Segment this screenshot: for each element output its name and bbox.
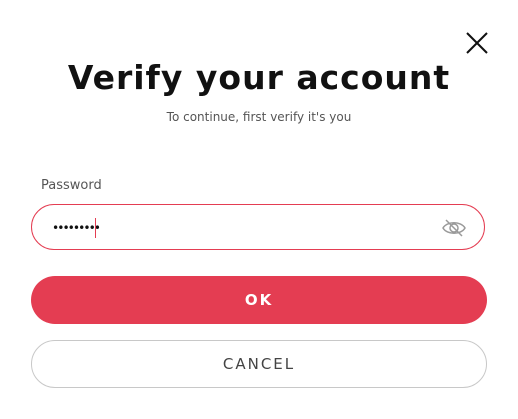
eye-slash-icon[interactable]	[441, 217, 467, 239]
close-icon[interactable]	[462, 28, 490, 56]
text-caret	[95, 218, 96, 238]
close-button[interactable]	[462, 28, 490, 56]
ok-button[interactable]: OK	[31, 276, 487, 324]
verify-account-dialog: Verify your account To continue, first v…	[0, 0, 518, 419]
password-field[interactable]: •••••••••	[31, 204, 485, 250]
dialog-title: Verify your account	[67, 58, 451, 97]
dialog-subtitle: To continue, first verify it's you	[166, 110, 352, 124]
password-masked-value[interactable]: •••••••••	[52, 218, 101, 238]
password-label: Password	[41, 178, 102, 193]
cancel-button[interactable]: CANCEL	[31, 340, 487, 388]
show-password-toggle[interactable]	[441, 217, 467, 239]
